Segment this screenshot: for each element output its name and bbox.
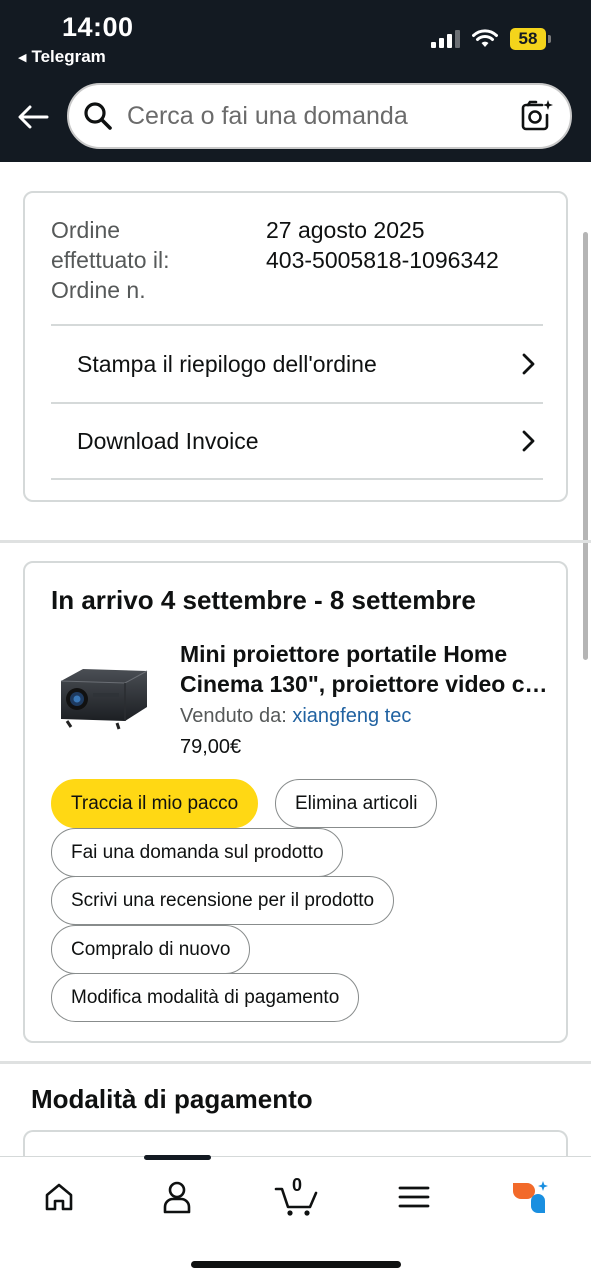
account-icon [163,1181,191,1214]
chevron-right-icon [522,353,535,375]
seller-label: Venduto da: [180,705,287,727]
write-review-button[interactable]: Scrivi una recensione per il prodotto [51,876,395,925]
ai-assistant-icon [513,1181,548,1213]
chevron-right-icon [522,430,535,452]
wifi-icon [472,29,498,47]
download-invoice-link[interactable]: Download Invoice [51,402,543,480]
order-number-label: Ordine n. [51,277,146,303]
status-icons: 58 [431,28,551,50]
product-title[interactable]: Mini proiettore portatile Home Cinema 13… [180,639,550,699]
change-payment-method-button[interactable]: Modifica modalità di pagamento [51,973,360,1022]
home-indicator [191,1261,401,1268]
delivery-estimate: In arrivo 4 settembre - 8 settembre [51,585,476,615]
search-bar[interactable]: Cerca o fai una domanda [67,83,572,149]
order-summary-card: Ordine effettuato il: Ordine n. 27 agost… [23,191,568,502]
top-header: 14:00 ◀ Telegram 58 Cerca o fai una doma… [0,0,591,162]
nav-home[interactable] [29,1175,89,1219]
menu-icon [398,1186,430,1208]
status-time: 14:00 [62,12,134,42]
search-input[interactable]: Cerca o fai una domanda [127,102,516,131]
payment-section-title: Modalità di pagamento [31,1084,313,1114]
scrollbar[interactable] [583,232,588,660]
product-price: 79,00€ [180,736,242,758]
order-label: Ordine [51,217,121,243]
product-title-line1: Mini proiettore portatile Home [180,641,508,667]
cart-count: 0 [292,1175,303,1195]
back-triangle-icon: ◀ [18,51,27,64]
section-divider [0,1061,591,1064]
camera-search-icon[interactable] [516,96,556,136]
track-package-button[interactable]: Traccia il mio pacco [51,779,259,828]
home-icon [45,1183,73,1211]
nav-menu[interactable] [384,1175,444,1219]
shipment-card: In arrivo 4 settembre - 8 settembre Mini… [23,561,568,1043]
bottom-navigation: 0 [0,1155,591,1280]
back-arrow-icon[interactable] [16,100,50,134]
order-number: 403-5005818-1096342 [266,247,499,273]
section-divider [0,540,591,543]
print-order-summary-label: Stampa il riepilogo dell'ordine [77,350,377,377]
product-image[interactable] [53,659,153,735]
order-info: Ordine effettuato il: Ordine n. 27 agost… [51,215,551,305]
download-invoice-label: Download Invoice [77,427,259,454]
order-info-values: 27 agosto 2025 403-5005818-1096342 [266,215,499,305]
active-tab-indicator [144,1155,211,1160]
battery-icon: 58 [510,28,551,50]
order-info-labels: Ordine effettuato il: Ordine n. [51,215,266,305]
delete-items-button[interactable]: Elimina articoli [275,779,438,828]
battery-level: 58 [510,28,546,50]
back-to-app-link[interactable]: ◀ Telegram [18,47,106,67]
print-order-summary-link[interactable]: Stampa il riepilogo dell'ordine [51,324,543,402]
order-date: 27 agosto 2025 [266,217,425,243]
seller-info: Venduto da: xiangfeng tec [180,705,411,728]
nav-cart[interactable]: 0 [266,1175,326,1219]
back-app-label: Telegram [31,47,106,66]
search-icon [84,102,112,130]
order-date-label: effettuato il: [51,247,170,273]
ask-product-question-button[interactable]: Fai una domanda sul prodotto [51,828,344,877]
nav-ai-assistant[interactable] [500,1175,560,1219]
buy-again-button[interactable]: Compralo di nuovo [51,925,251,974]
nav-account[interactable] [147,1175,207,1219]
cellular-signal-icon [431,30,460,48]
seller-link[interactable]: xiangfeng tec [292,705,411,727]
product-title-line2: Cinema 130", proiettore video compatto [180,671,550,697]
